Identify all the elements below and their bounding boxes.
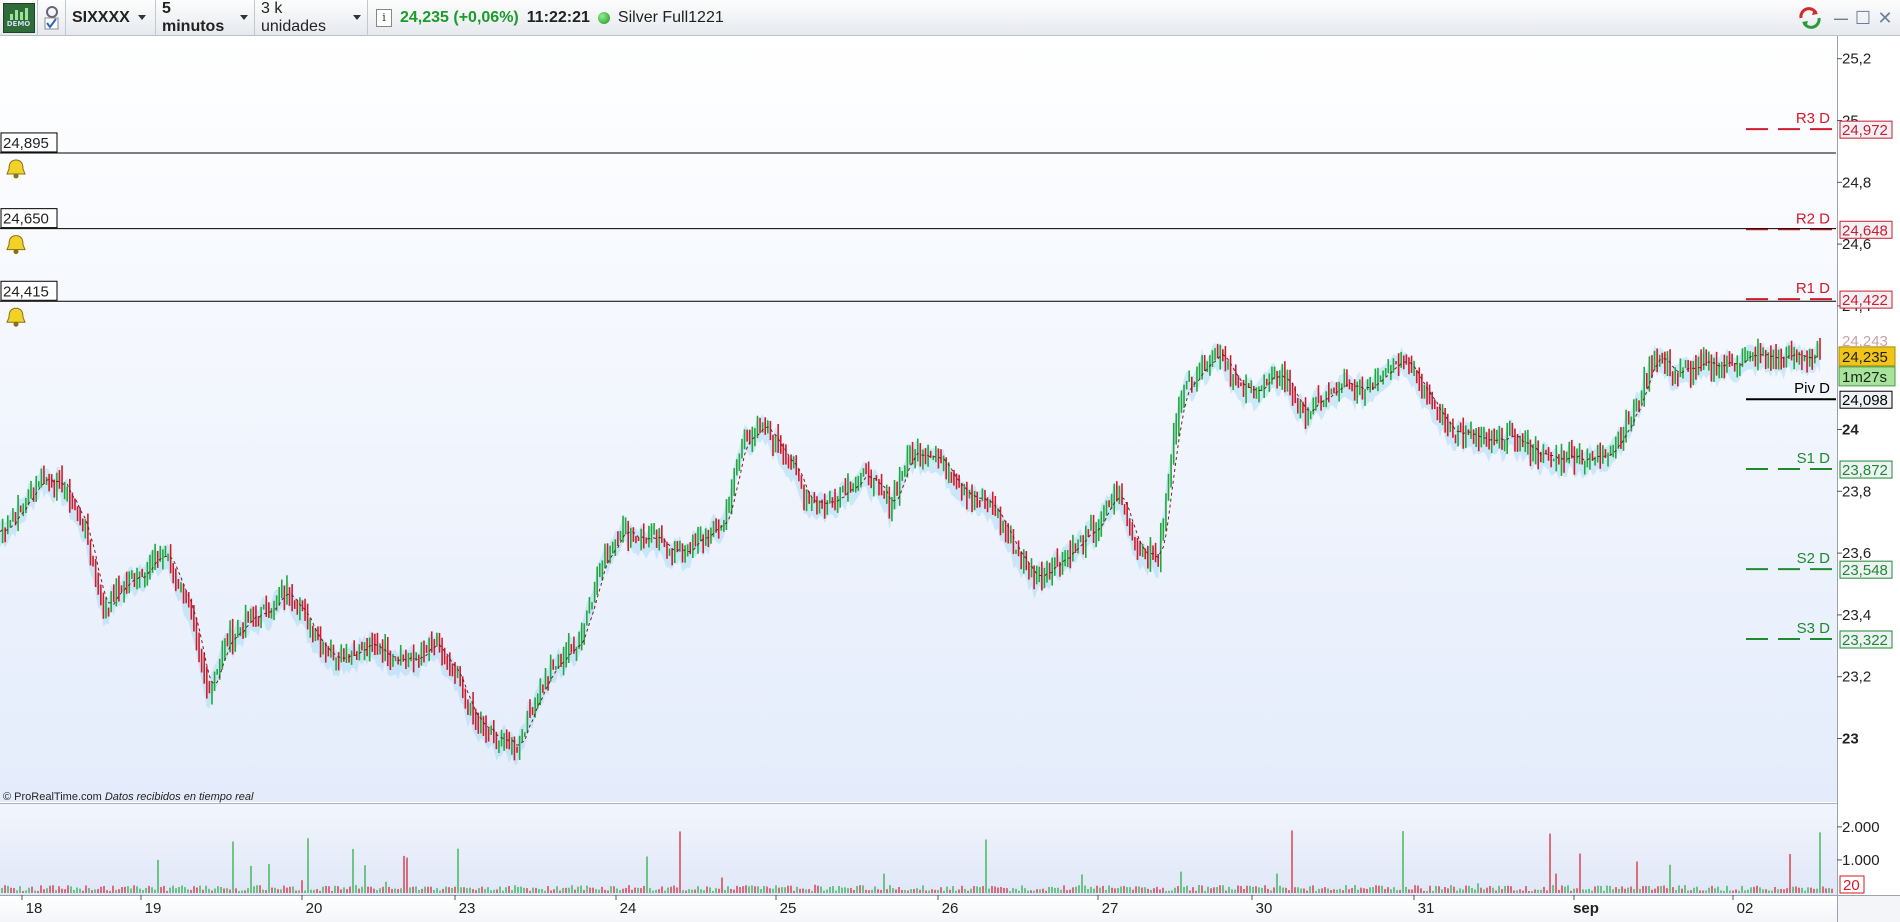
- pivot-price-label: 23,548: [1842, 562, 1888, 579]
- x-tick-label: 31: [1418, 900, 1435, 917]
- partial-price-label: 24,243: [1842, 333, 1888, 350]
- x-tick-label: 23: [459, 900, 476, 917]
- pivot-name: S3 D: [1797, 620, 1831, 637]
- alarm-bell-icon[interactable]: [6, 307, 26, 327]
- realtime-note: Datos recibidos en tiempo real: [104, 791, 254, 803]
- x-tick-label: 25: [780, 900, 797, 917]
- y-tick-label: 23,2: [1842, 669, 1871, 686]
- alert-price-label: 24,895: [3, 135, 49, 152]
- pivot-name: S2 D: [1797, 550, 1831, 567]
- pivot-name: R3 D: [1796, 110, 1830, 127]
- pivot-price-label: 23,872: [1842, 462, 1888, 479]
- x-tick-label: 20: [306, 900, 323, 917]
- y-tick-label: 24: [1842, 422, 1859, 439]
- x-tick-label: 27: [1102, 900, 1119, 917]
- copyright-note: © ProRealTime.com Datos recibidos en tie…: [3, 791, 253, 803]
- alert-price-label: 24,415: [3, 283, 49, 300]
- volume-period-label: 20: [1843, 877, 1860, 894]
- x-tick-label: 30: [1256, 900, 1273, 917]
- x-tick-label: sep: [1573, 900, 1599, 917]
- copyright-brand: © ProRealTime.com: [3, 791, 102, 803]
- alert-price-label: 24,650: [3, 211, 49, 228]
- x-tick-label: 02: [1737, 900, 1754, 917]
- alarm-bell-icon[interactable]: [6, 159, 26, 179]
- y-tick-label: 25,2: [1842, 51, 1871, 68]
- x-tick-label: 19: [145, 900, 162, 917]
- pivot-price-label: 24,098: [1842, 392, 1888, 409]
- y-tick-label: 23: [1842, 731, 1859, 748]
- pivot-price-label: 24,422: [1842, 292, 1888, 309]
- alarm-bell-icon[interactable]: [6, 235, 26, 255]
- pivot-price-label: 24,972: [1842, 122, 1888, 139]
- pivot-price-label: 23,322: [1842, 632, 1888, 649]
- volume-tick-label: 2.000: [1842, 819, 1880, 836]
- chart-overlay: 25,22524,824,624,42423,823,623,423,223R3…: [0, 51, 1896, 917]
- x-tick-label: 18: [26, 900, 43, 917]
- pivot-name: Piv D: [1794, 380, 1830, 397]
- bar-timer-label: 1m27s: [1842, 369, 1887, 386]
- y-tick-label: 23,6: [1842, 545, 1871, 562]
- pivot-name: S1 D: [1797, 450, 1831, 467]
- moving-average-line: [0, 353, 1821, 746]
- pivot-price-label: 24,648: [1842, 222, 1888, 239]
- y-tick-label: 23,4: [1842, 607, 1871, 624]
- ichimoku-cloud: [0, 340, 1820, 765]
- x-tick-label: 24: [620, 900, 637, 917]
- x-tick-label: 26: [942, 900, 959, 917]
- pivot-name: R1 D: [1796, 280, 1830, 297]
- pivot-name: R2 D: [1796, 210, 1830, 227]
- last-price-label: 24,235: [1842, 349, 1888, 366]
- y-tick-label: 23,8: [1842, 483, 1871, 500]
- volume-tick-label: 1.000: [1842, 852, 1880, 869]
- y-tick-label: 24,8: [1842, 174, 1871, 191]
